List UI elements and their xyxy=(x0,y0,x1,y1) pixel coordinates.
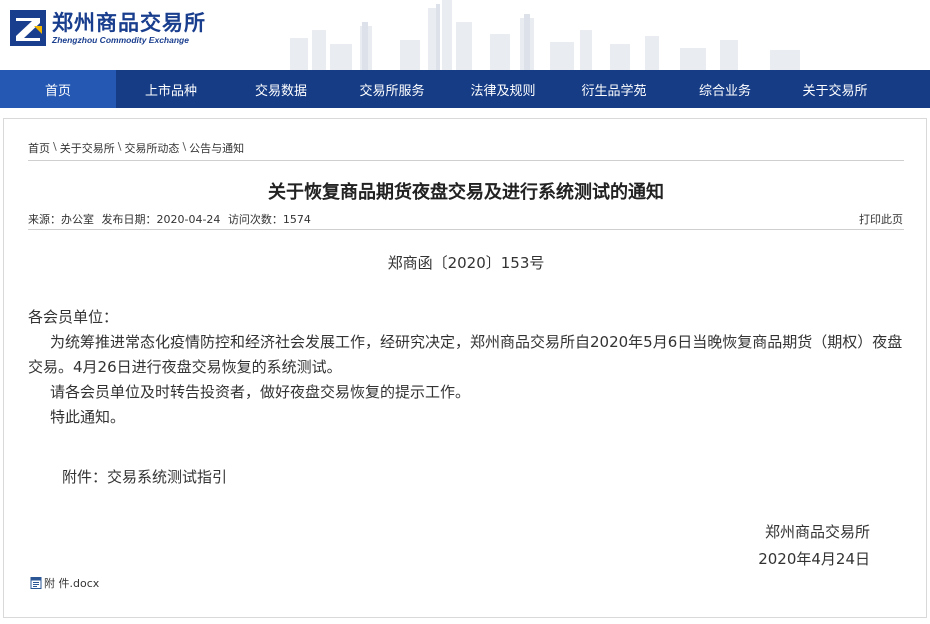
main-nav: 首页 上市品种 交易数据 交易所服务 法律及规则 衍生品学苑 综合业务 关于交易… xyxy=(0,70,930,108)
breadcrumb-about-exchange[interactable]: 关于交易所 xyxy=(60,140,115,156)
article-visits: 访问次数：1574 xyxy=(227,213,311,226)
attachment-file-name[interactable]: 附 件.docx xyxy=(44,575,99,591)
word-document-icon xyxy=(30,577,42,589)
article-date: 发布日期：2020-04-24 xyxy=(101,213,221,226)
breadcrumb-divider xyxy=(28,160,904,161)
print-page-link[interactable]: 打印此页 xyxy=(859,211,903,227)
breadcrumb-home[interactable]: 首页 xyxy=(28,140,50,156)
nav-item-laws-rules[interactable]: 法律及规则 xyxy=(448,70,558,108)
nav-item-trading-data[interactable]: 交易数据 xyxy=(226,70,336,108)
logo-chinese-name: 郑州商品交易所 xyxy=(52,10,206,35)
exchange-logo-icon xyxy=(10,10,46,46)
attachment-file-link[interactable]: 附 件.docx xyxy=(30,575,99,591)
logo-english-name: Zhengzhou Commodity Exchange xyxy=(52,34,189,45)
signature-block: 郑州商品交易所 2020年4月24日 xyxy=(758,519,870,573)
signature-organization: 郑州商品交易所 xyxy=(764,523,870,541)
article-body: 各会员单位： 为统筹推进常态化疫情防控和经济社会发展工作，经研究决定，郑州商品交… xyxy=(28,305,908,430)
site-header: 郑州商品交易所 Zhengzhou Commodity Exchange xyxy=(0,0,930,70)
body-paragraph: 特此通知。 xyxy=(50,408,126,426)
article-meta: 来源：办公室 发布日期：2020-04-24 访问次数：1574 xyxy=(28,211,315,227)
document-number: 郑商函〔2020〕153号 xyxy=(387,254,545,272)
body-paragraph: 请各会员单位及时转告投资者，做好夜盘交易恢复的提示工作。 xyxy=(50,383,471,401)
site-logo[interactable]: 郑州商品交易所 Zhengzhou Commodity Exchange xyxy=(10,10,206,46)
city-skyline-banner xyxy=(250,0,930,70)
nav-item-home[interactable]: 首页 xyxy=(0,70,116,108)
attachment-note: 附件：交易系统测试指引 xyxy=(62,468,228,486)
nav-item-listed-products[interactable]: 上市品种 xyxy=(116,70,226,108)
signature-date: 2020年4月24日 xyxy=(758,550,870,568)
article-panel: 首页 \ 关于交易所 \ 交易所动态 \ 公告与通知 关于恢复商品期货夜盘交易及… xyxy=(3,118,927,618)
breadcrumb: 首页 \ 关于交易所 \ 交易所动态 \ 公告与通知 xyxy=(28,140,244,156)
nav-item-derivatives-academy[interactable]: 衍生品学苑 xyxy=(558,70,670,108)
body-paragraph: 为统筹推进常态化疫情防控和经济社会发展工作，经研究决定，郑州商品交易所自2020… xyxy=(28,333,903,376)
breadcrumb-separator: \ xyxy=(53,140,57,153)
nav-item-exchange-services[interactable]: 交易所服务 xyxy=(336,70,448,108)
breadcrumb-separator: \ xyxy=(182,140,187,153)
breadcrumb-announcements[interactable]: 公告与通知 xyxy=(189,140,244,156)
nav-item-about-exchange[interactable]: 关于交易所 xyxy=(780,70,890,108)
article-title: 关于恢复商品期货夜盘交易及进行系统测试的通知 xyxy=(268,182,664,203)
meta-divider xyxy=(28,229,904,230)
breadcrumb-exchange-news[interactable]: 交易所动态 xyxy=(124,140,179,156)
nav-item-general-business[interactable]: 综合业务 xyxy=(670,70,780,108)
article-source: 来源：办公室 xyxy=(28,213,94,226)
breadcrumb-separator: \ xyxy=(117,140,122,153)
salutation: 各会员单位： xyxy=(28,308,119,326)
